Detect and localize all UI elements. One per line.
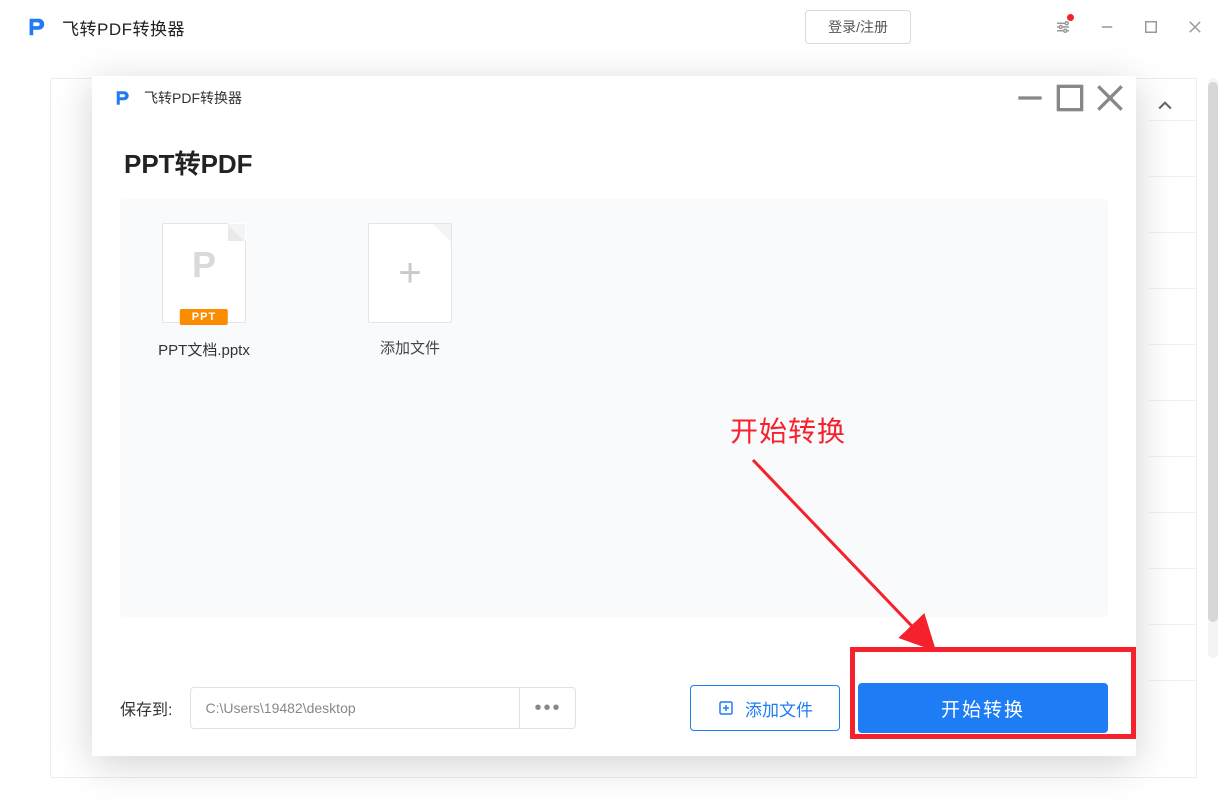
scrollbar-track[interactable] (1208, 78, 1218, 658)
start-convert-button[interactable]: 开始转换 (858, 683, 1108, 733)
add-file-button[interactable]: 添加文件 (690, 685, 840, 731)
file-drop-area: P PPT PPT文档.pptx + 添加文件 (120, 199, 1108, 617)
dialog-minimize-button[interactable] (1010, 78, 1050, 118)
settings-icon[interactable] (1041, 5, 1085, 49)
dialog-titlebar: 飞转PDF转换器 (92, 76, 1136, 120)
dialog-footer: 保存到: ••• 添加文件 开始转换 (92, 660, 1136, 756)
save-to-label: 保存到: (120, 696, 172, 720)
maximize-button[interactable] (1129, 5, 1173, 49)
file-badge: PPT (180, 309, 228, 325)
background-list (1149, 120, 1197, 736)
dialog-title: 飞转PDF转换器 (144, 88, 242, 108)
convert-dialog: 飞转PDF转换器 PPT转PDF P PPT PPT文档.pptx (92, 76, 1136, 756)
notification-dot-icon (1067, 14, 1074, 21)
dialog-close-button[interactable] (1090, 78, 1130, 118)
add-file-card-label: 添加文件 (360, 337, 460, 358)
browse-path-button[interactable]: ••• (520, 687, 576, 729)
dialog-heading: PPT转PDF (124, 144, 1108, 181)
app-logo-icon (24, 15, 48, 39)
minimize-button[interactable] (1085, 5, 1129, 49)
main-titlebar: 飞转PDF转换器 登录/注册 (0, 0, 1229, 54)
login-register-button[interactable]: 登录/注册 (805, 10, 911, 44)
save-path-input[interactable] (190, 687, 520, 729)
dialog-logo-icon (110, 86, 134, 110)
file-type-letter: P (163, 244, 245, 286)
close-button[interactable] (1173, 5, 1217, 49)
plus-icon: + (398, 253, 421, 293)
add-file-thumb[interactable]: + (368, 223, 452, 323)
file-item[interactable]: P PPT PPT文档.pptx (144, 223, 264, 593)
dialog-maximize-button[interactable] (1050, 78, 1090, 118)
scrollbar-thumb[interactable] (1208, 82, 1218, 622)
collapse-toggle[interactable] (1155, 96, 1175, 116)
file-name: PPT文档.pptx (144, 339, 264, 360)
add-file-card[interactable]: + 添加文件 (360, 223, 460, 593)
app-title: 飞转PDF转换器 (62, 15, 185, 40)
add-file-button-label: 添加文件 (745, 696, 813, 721)
